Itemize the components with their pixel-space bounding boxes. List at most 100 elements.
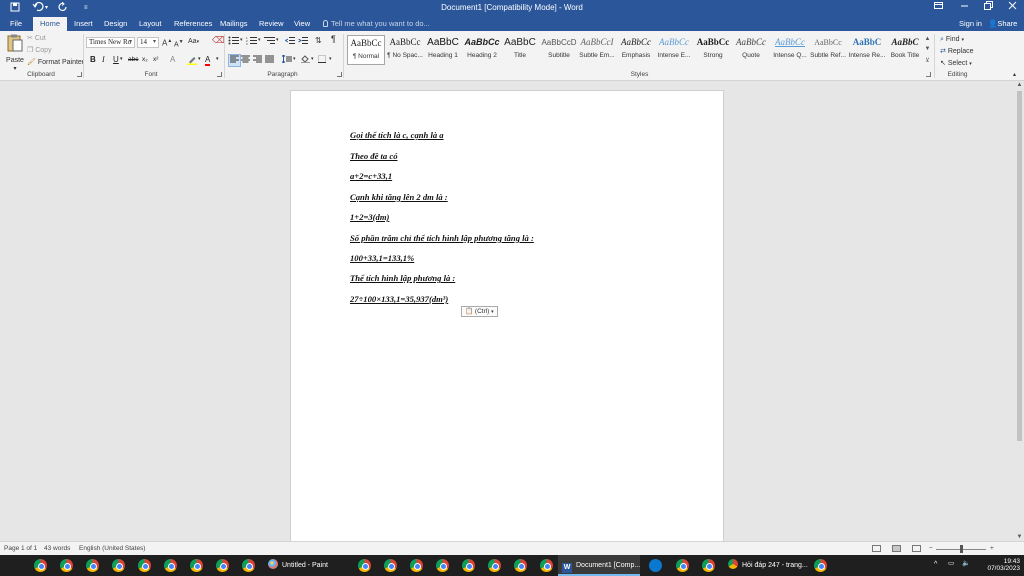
chrome-icon[interactable] (676, 559, 689, 572)
vertical-scrollbar[interactable]: ▲ ▼ (1015, 81, 1024, 541)
chevron-down-icon[interactable]: ▾ (329, 55, 332, 64)
underline-button[interactable]: U (113, 55, 119, 64)
chevron-down-icon[interactable]: ▾ (216, 55, 219, 64)
align-left-button[interactable] (228, 54, 241, 67)
chrome-icon[interactable] (86, 559, 99, 572)
cut-button[interactable]: ✂ Cut (27, 34, 46, 43)
grow-font-button[interactable]: A▲ (162, 37, 172, 48)
doc-paragraph[interactable]: Thể tích hình lập phương là : (350, 273, 455, 283)
tray-overflow-icon[interactable]: ^ (934, 561, 937, 568)
gallery-more-icon[interactable]: ⊻ (923, 57, 932, 64)
chrome-icon[interactable] (384, 559, 397, 572)
chrome-icon[interactable] (702, 559, 715, 572)
chevron-down-icon[interactable]: ▾ (258, 36, 261, 45)
zoom-out-button[interactable]: − (929, 545, 933, 552)
chrome-icon[interactable] (138, 559, 151, 572)
chevron-down-icon[interactable]: ▾ (120, 55, 123, 64)
document-page[interactable]: Gọi thể tích là c, cạnh là a Theo đề ta … (290, 90, 724, 541)
web-layout-icon[interactable] (912, 545, 921, 552)
share-button[interactable]: 👤Share (988, 19, 1017, 28)
language-indicator[interactable]: English (United States) (79, 545, 145, 552)
tab-insert[interactable]: Insert (74, 19, 93, 29)
chevron-down-icon[interactable]: ▾ (276, 36, 279, 45)
align-right-button[interactable] (253, 55, 262, 66)
borders-button[interactable] (318, 55, 326, 66)
chrome-icon[interactable] (814, 559, 827, 572)
tab-references[interactable]: References (174, 19, 212, 29)
paragraph-launcher-icon[interactable] (337, 72, 342, 77)
chevron-down-icon[interactable]: ▾ (293, 55, 296, 64)
numbering-button[interactable]: 123 (246, 36, 257, 48)
scroll-up-icon[interactable]: ▲ (1015, 82, 1024, 88)
tab-file[interactable]: File (10, 19, 22, 29)
style-intense-reference[interactable]: AaBbC Intense Re... (848, 35, 886, 65)
minimize-icon[interactable] (960, 1, 969, 15)
volume-icon[interactable]: 🔈 (962, 560, 970, 567)
font-size-select[interactable]: 14 ▾ (137, 37, 159, 48)
shrink-font-button[interactable]: A▼ (174, 38, 184, 49)
doc-paragraph[interactable]: 27÷100×133,1=35,937(dm³) (350, 294, 448, 304)
multilevel-list-button[interactable] (264, 36, 275, 48)
doc-paragraph[interactable]: Theo đề ta có (350, 151, 398, 161)
scroll-thumb[interactable] (1017, 91, 1022, 441)
tell-me-search[interactable]: Tell me what you want to do... (323, 19, 430, 28)
tab-home[interactable]: Home (33, 17, 68, 31)
restore-icon[interactable] (984, 1, 993, 15)
style-heading-2[interactable]: AaBbCc Heading 2 (463, 35, 501, 65)
align-center-button[interactable] (241, 55, 250, 66)
page-count[interactable]: Page 1 of 1 (4, 545, 37, 552)
tab-view[interactable]: View (294, 19, 310, 29)
chevron-down-icon[interactable]: ▾ (240, 36, 243, 45)
show-formatting-button[interactable]: ¶ (331, 35, 336, 44)
replace-button[interactable]: ⇄ Replace (940, 47, 974, 56)
gallery-down-icon[interactable]: ▼ (923, 46, 932, 52)
increase-indent-button[interactable] (298, 36, 308, 48)
tab-review[interactable]: Review (259, 19, 284, 29)
chrome-icon[interactable] (540, 559, 553, 572)
shading-button[interactable] (301, 55, 310, 66)
doc-paragraph[interactable]: Số phần trăm chỉ thể tích hình lập phươn… (350, 233, 534, 243)
font-color-button[interactable]: A (205, 55, 211, 66)
select-button[interactable]: ↖ Select ▾ (940, 59, 972, 69)
decrease-indent-button[interactable] (284, 36, 295, 48)
chrome-icon[interactable] (60, 559, 73, 572)
style-book-title[interactable]: AaBbC Book Title (886, 35, 924, 65)
style-subtle-reference[interactable]: AaBbCc Subtle Ref... (809, 35, 847, 65)
chevron-down-icon[interactable]: ▾ (311, 55, 314, 64)
style-subtle-emphasis[interactable]: AaBbCcI Subtle Em... (578, 35, 616, 65)
font-name-select[interactable]: Times New Ro ▾ (86, 37, 135, 48)
style-heading-1[interactable]: AaBbC Heading 1 (424, 35, 462, 65)
format-painter-button[interactable]: 🖌 Format Painter (27, 58, 84, 67)
change-case-button[interactable]: Aa▾ (188, 37, 199, 47)
zoom-slider-thumb[interactable] (960, 545, 963, 553)
tab-layout[interactable]: Layout (139, 19, 162, 29)
clipboard-launcher-icon[interactable] (77, 72, 82, 77)
collapse-ribbon-icon[interactable]: ▴ (1013, 71, 1016, 80)
text-effects-icon[interactable]: A (170, 55, 175, 64)
strikethrough-button[interactable]: abc (128, 55, 138, 64)
chrome-icon[interactable] (34, 559, 47, 572)
line-spacing-button[interactable] (281, 54, 292, 66)
bold-button[interactable]: B (90, 55, 96, 64)
highlight-color-button[interactable] (187, 55, 197, 67)
chrome-icon[interactable] (462, 559, 475, 572)
style-intense-quote[interactable]: AaBbCc Intense Q... (771, 35, 809, 65)
paste-options-button[interactable]: 📋 (Ctrl) ▾ (461, 306, 498, 317)
zoom-in-button[interactable]: + (990, 545, 994, 552)
taskbar-app-chrome[interactable]: Hỏi đáp 247 - trang... (726, 555, 808, 576)
font-launcher-icon[interactable] (217, 72, 222, 77)
superscript-button[interactable]: x² (153, 55, 158, 64)
clock[interactable]: 19:43 07/03/2023 (982, 558, 1020, 572)
chrome-icon[interactable] (514, 559, 527, 572)
chrome-icon[interactable] (358, 559, 371, 572)
find-button[interactable]: ⌕ Find ▾ (940, 35, 964, 45)
paste-button[interactable]: Paste ▾ (5, 34, 25, 74)
style-no-spacing[interactable]: AaBbCc ¶ No Spac... (386, 35, 424, 65)
chrome-icon[interactable] (488, 559, 501, 572)
style-emphasis[interactable]: AaBbCc Emphasis (617, 35, 655, 65)
subscript-button[interactable]: x₂ (142, 55, 148, 64)
copy-button[interactable]: ❐ Copy (27, 46, 52, 55)
chrome-icon[interactable] (190, 559, 203, 572)
close-icon[interactable] (1008, 1, 1017, 15)
tab-design[interactable]: Design (104, 19, 127, 29)
